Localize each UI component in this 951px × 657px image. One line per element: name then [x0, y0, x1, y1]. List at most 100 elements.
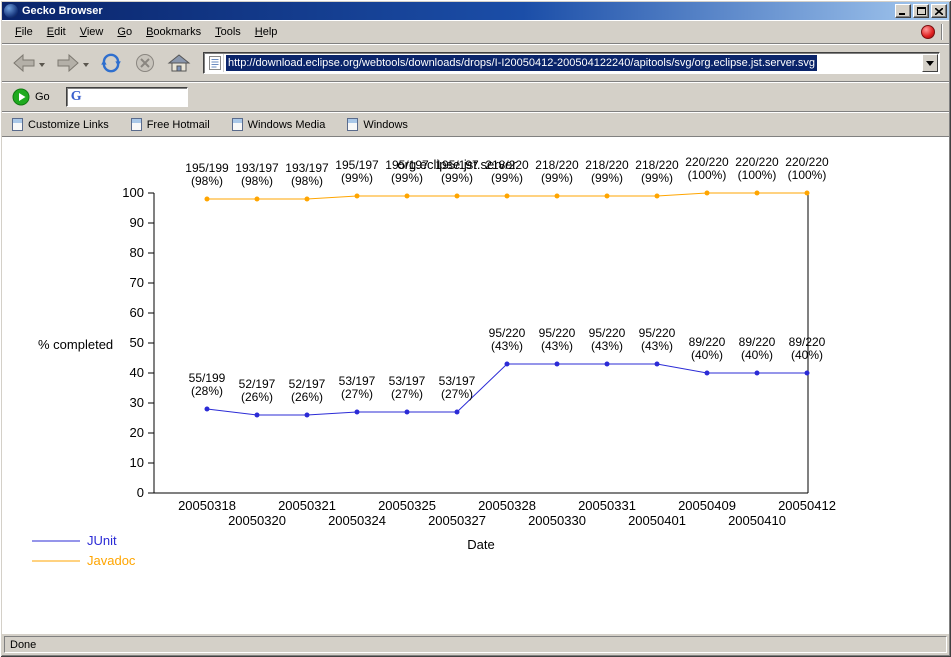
svg-text:89/220(40%): 89/220(40%) — [789, 335, 826, 362]
bookmarks-bar-items: Customize Links Free Hotmail Windows Media… — [12, 118, 408, 131]
svg-text:193/197(98%): 193/197(98%) — [235, 161, 279, 188]
svg-text:Date: Date — [467, 537, 494, 552]
svg-text:53/197(27%): 53/197(27%) — [389, 374, 426, 401]
svg-text:20050324: 20050324 — [328, 513, 386, 528]
svg-text:220/220(100%): 220/220(100%) — [685, 155, 729, 182]
chevron-down-icon — [926, 61, 934, 66]
bookmarks-bar: Customize Links Free Hotmail Windows Media… — [2, 112, 949, 137]
svg-text:52/197(26%): 52/197(26%) — [239, 377, 276, 404]
svg-text:220/220(100%): 220/220(100%) — [735, 155, 779, 182]
browser-window: Gecko Browser FileEditViewGoBookmarksToo… — [0, 0, 951, 657]
svg-text:95/220(43%): 95/220(43%) — [639, 326, 676, 353]
svg-text:218/220(99%): 218/220(99%) — [485, 158, 529, 185]
svg-text:218/220(99%): 218/220(99%) — [635, 158, 679, 185]
home-icon — [167, 52, 191, 74]
bookmark-windows[interactable]: Windows — [347, 118, 408, 131]
menu-edit[interactable]: Edit — [40, 23, 73, 41]
svg-text:218/220(99%): 218/220(99%) — [585, 158, 629, 185]
svg-text:10: 10 — [130, 455, 144, 470]
svg-text:30: 30 — [130, 395, 144, 410]
svg-text:70: 70 — [130, 275, 144, 290]
back-dropdown-icon[interactable] — [39, 63, 45, 67]
bookmark-label: Windows Media — [248, 119, 326, 131]
svg-text:195/197(99%): 195/197(99%) — [335, 158, 379, 185]
close-button[interactable] — [931, 4, 947, 18]
home-button[interactable] — [163, 48, 195, 78]
bookmark-free-hotmail[interactable]: Free Hotmail — [131, 118, 210, 131]
go-button[interactable]: Go — [12, 88, 50, 106]
url-dropdown-button[interactable] — [922, 54, 938, 72]
svg-text:20050410: 20050410 — [728, 513, 786, 528]
svg-text:95/220(43%): 95/220(43%) — [489, 326, 526, 353]
forward-button[interactable] — [51, 48, 93, 78]
svg-text:Javadoc: Javadoc — [87, 553, 136, 568]
url-text[interactable]: http://download.eclipse.org/webtools/dow… — [226, 55, 817, 71]
svg-text:20050401: 20050401 — [628, 513, 686, 528]
maximize-button[interactable] — [913, 4, 929, 18]
forward-arrow-icon — [55, 52, 81, 74]
status-text-field: Done — [4, 636, 947, 653]
svg-text:100: 100 — [122, 185, 144, 200]
chart: 0102030405060708090100200503182005032020… — [2, 137, 949, 634]
svg-text:80: 80 — [130, 245, 144, 260]
go-toolbar: Go G — [2, 82, 949, 112]
statusbar: Done — [2, 634, 949, 655]
menu-view[interactable]: View — [73, 23, 111, 41]
bookmark-label: Customize Links — [28, 119, 109, 131]
bookmark-page-icon — [232, 118, 243, 131]
svg-text:220/220(100%): 220/220(100%) — [785, 155, 829, 182]
svg-text:20050331: 20050331 — [578, 498, 636, 513]
back-arrow-icon — [11, 52, 37, 74]
google-logo-icon: G — [71, 90, 82, 104]
bookmark-label: Windows — [363, 119, 408, 131]
status-text: Done — [10, 639, 36, 651]
titlebar[interactable]: Gecko Browser — [2, 2, 949, 20]
bookmark-windows-media[interactable]: Windows Media — [232, 118, 326, 131]
svg-text:20050325: 20050325 — [378, 498, 436, 513]
back-button[interactable] — [7, 48, 49, 78]
reload-icon — [99, 52, 123, 74]
svg-text:20050330: 20050330 — [528, 513, 586, 528]
svg-text:20050320: 20050320 — [228, 513, 286, 528]
menu-bookmarks[interactable]: Bookmarks — [139, 23, 208, 41]
content-area: 0102030405060708090100200503182005032020… — [2, 137, 949, 634]
svg-text:60: 60 — [130, 305, 144, 320]
svg-text:JUnit: JUnit — [87, 533, 117, 548]
bookmark-page-icon — [131, 118, 142, 131]
app-icon — [4, 4, 18, 18]
svg-text:53/197(27%): 53/197(27%) — [439, 374, 476, 401]
stop-button[interactable] — [129, 48, 161, 78]
svg-text:20: 20 — [130, 425, 144, 440]
svg-text:193/197(98%): 193/197(98%) — [285, 161, 329, 188]
svg-text:20050327: 20050327 — [428, 513, 486, 528]
svg-text:55/199(28%): 55/199(28%) — [189, 371, 226, 398]
bookmark-customize-links[interactable]: Customize Links — [12, 118, 109, 131]
svg-text:89/220(40%): 89/220(40%) — [689, 335, 726, 362]
forward-dropdown-icon[interactable] — [83, 63, 89, 67]
minimize-icon — [899, 8, 907, 15]
svg-text:95/220(43%): 95/220(43%) — [589, 326, 626, 353]
search-input[interactable]: G — [66, 87, 188, 107]
menu-tools[interactable]: Tools — [208, 23, 248, 41]
svg-text:20050412: 20050412 — [778, 498, 836, 513]
svg-text:195/197(99%): 195/197(99%) — [435, 158, 479, 185]
minimize-button[interactable] — [895, 4, 911, 18]
window-controls — [895, 4, 947, 18]
menu-file[interactable]: File — [8, 23, 40, 41]
svg-text:95/220(43%): 95/220(43%) — [539, 326, 576, 353]
svg-text:50: 50 — [130, 335, 144, 350]
navigation-toolbar: http://download.eclipse.org/webtools/dow… — [2, 44, 949, 82]
page-icon — [206, 54, 224, 72]
menu-go[interactable]: Go — [110, 23, 139, 41]
maximize-icon — [917, 7, 926, 15]
menu-items: FileEditViewGoBookmarksToolsHelp — [8, 23, 284, 41]
svg-text:218/220(99%): 218/220(99%) — [535, 158, 579, 185]
url-bar[interactable]: http://download.eclipse.org/webtools/dow… — [203, 52, 940, 74]
reload-button[interactable] — [95, 48, 127, 78]
svg-text:90: 90 — [130, 215, 144, 230]
bookmark-page-icon — [12, 118, 23, 131]
bookmark-page-icon — [347, 118, 358, 131]
svg-text:53/197(27%): 53/197(27%) — [339, 374, 376, 401]
svg-text:20050321: 20050321 — [278, 498, 336, 513]
menu-help[interactable]: Help — [248, 23, 285, 41]
